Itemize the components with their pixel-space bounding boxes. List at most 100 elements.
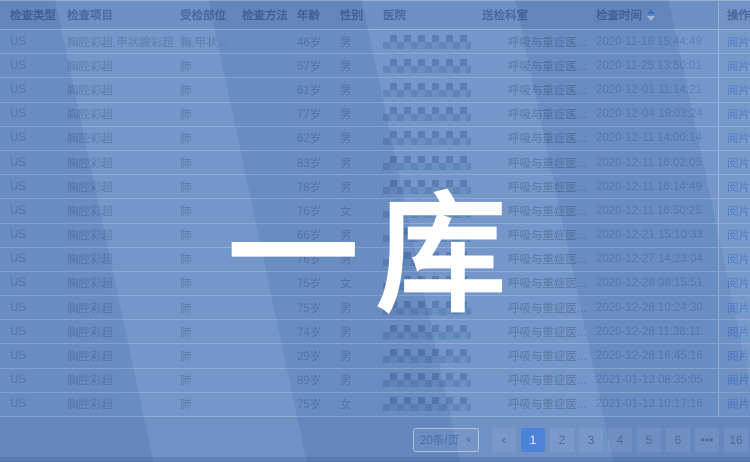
cell-exam-item: 胸腔彩超 (57, 106, 175, 122)
cell-exam-time: 2021-01-13 08:35:05 (592, 374, 718, 386)
redacted-hospital-name (383, 349, 471, 363)
column-header-exam-item: 检查项目 (57, 7, 175, 23)
cell-actions: 阅片 (718, 151, 750, 174)
table-row: US 胸腔彩超 肺 61岁 男 呼吸与重症医... 2020-12-01 11:… (0, 78, 750, 102)
cell-department: 呼吸与重症医... (478, 58, 592, 74)
pagination-page-1[interactable]: 1 (521, 428, 545, 452)
table-row: US 胸腔彩超 肺 62岁 男 呼吸与重症医... 2020-12-11 14:… (0, 127, 750, 151)
redacted-hospital-name (383, 131, 471, 145)
pagination-prev-button[interactable]: ‹ (492, 428, 516, 452)
view-images-link[interactable]: 阅片 (727, 300, 750, 316)
cell-department: 呼吸与重症医... (478, 34, 592, 50)
redacted-hospital-name (383, 228, 471, 242)
cell-exam-type: US (0, 326, 57, 338)
cell-actions: 阅片 (718, 272, 750, 295)
sort-control[interactable] (647, 9, 655, 21)
pagination-page-2[interactable]: 2 (550, 428, 574, 452)
table-row: US 胸腔彩超 肺 29岁 男 呼吸与重症医... 2020-12-28 16:… (0, 344, 750, 368)
view-images-link[interactable]: 阅片 (727, 324, 750, 340)
cell-actions: 阅片 (718, 175, 750, 198)
cell-exam-time: 2020-12-01 11:14:21 (592, 84, 718, 96)
cell-age: 83岁 (287, 155, 330, 171)
redacted-hospital-name (383, 83, 471, 97)
view-images-link[interactable]: 阅片 (727, 130, 750, 146)
cell-exam-type: US (0, 60, 57, 72)
radiology-exam-list-screen: 检查类型 检查项目 受检部位 检查方法 年龄 性别 医院 送检科室 检查时间 操… (0, 0, 750, 462)
table-row: US 胸腔彩超 肺 75岁 男 呼吸与重症医... 2020-12-28 10:… (0, 296, 750, 320)
cell-gender: 男 (330, 251, 373, 267)
view-images-link[interactable]: 阅片 (727, 348, 750, 364)
view-images-link[interactable]: 阅片 (727, 251, 750, 267)
cell-exam-item: 胸腔彩超 (57, 396, 175, 412)
cell-exam-type: US (0, 181, 57, 193)
view-images-link[interactable]: 阅片 (727, 82, 750, 98)
pagination-page-16[interactable]: 16 (724, 428, 748, 452)
sort-ascending-icon[interactable] (647, 9, 655, 14)
page-size-value: 20条/页 (420, 432, 459, 448)
column-header-hospital: 医院 (373, 7, 478, 23)
cell-gender: 男 (330, 106, 373, 122)
table-row: US 胸腔彩超 肺 76岁 男 呼吸与重症医... 2020-12-27 14:… (0, 248, 750, 272)
view-images-link[interactable]: 阅片 (727, 275, 750, 291)
pagination-page-5[interactable]: 5 (637, 428, 661, 452)
view-images-link[interactable]: 阅片 (727, 106, 750, 122)
cell-department: 呼吸与重症医... (478, 179, 592, 195)
cell-exam-item: 胸腔彩超 (57, 227, 175, 243)
redacted-hospital-name (383, 397, 471, 411)
cell-hospital (373, 83, 478, 97)
cell-hospital (373, 35, 478, 49)
view-images-link[interactable]: 阅片 (727, 396, 750, 412)
cell-exam-time: 2020-12-11 16:02:05 (592, 157, 718, 169)
cell-actions: 阅片 (718, 199, 750, 222)
cell-department: 呼吸与重症医... (478, 227, 592, 243)
column-header-body-part: 受检部位 (175, 7, 232, 23)
cell-body-part: 肺 (175, 227, 232, 243)
cell-exam-item: 胸腔彩超 (57, 203, 175, 219)
cell-exam-item: 胸腔彩超 (57, 82, 175, 98)
cell-body-part: 肺 (175, 179, 232, 195)
cell-exam-type: US (0, 229, 57, 241)
cell-hospital (373, 325, 478, 339)
view-images-link[interactable]: 阅片 (727, 58, 750, 74)
cell-hospital (373, 373, 478, 387)
cell-exam-type: US (0, 398, 57, 410)
pagination-page-3[interactable]: 3 (579, 428, 603, 452)
cell-exam-time: 2020-12-11 14:00:14 (592, 132, 718, 144)
cell-age: 75岁 (287, 300, 330, 316)
pagination-pages: 123456•••16 (521, 428, 748, 452)
view-images-link[interactable]: 阅片 (727, 372, 750, 388)
cell-department: 呼吸与重症医... (478, 130, 592, 146)
pagination-page-6[interactable]: 6 (666, 428, 690, 452)
pagination-more-button[interactable]: ••• (695, 428, 719, 452)
cell-actions: 阅片 (718, 344, 750, 367)
view-images-link[interactable]: 阅片 (727, 227, 750, 243)
redacted-hospital-name (383, 325, 471, 339)
sort-descending-icon[interactable] (647, 16, 655, 21)
column-header-gender: 性别 (330, 7, 373, 23)
view-images-link[interactable]: 阅片 (727, 34, 750, 50)
cell-exam-item: 胸腔彩超 (57, 179, 175, 195)
cell-age: 89岁 (287, 372, 330, 388)
cell-exam-item: 胸腔彩超 (57, 348, 175, 364)
cell-body-part: 肺 (175, 130, 232, 146)
pagination-page-4[interactable]: 4 (608, 428, 632, 452)
column-header-actions: 操作 (718, 1, 750, 29)
cell-exam-item: 胸腔彩超 (57, 251, 175, 267)
view-images-link[interactable]: 阅片 (727, 203, 750, 219)
cell-hospital (373, 228, 478, 242)
cell-age: 46岁 (287, 34, 330, 50)
table-row: US 胸腔彩超 肺 77岁 男 呼吸与重症医... 2020-12-04 19:… (0, 103, 750, 127)
view-images-link[interactable]: 阅片 (727, 179, 750, 195)
cell-gender: 男 (330, 130, 373, 146)
cell-gender: 男 (330, 372, 373, 388)
cell-body-part: 肺 (175, 348, 232, 364)
view-images-link[interactable]: 阅片 (727, 155, 750, 171)
cell-exam-time: 2020-12-28 16:45:16 (592, 350, 718, 362)
cell-age: 75岁 (287, 396, 330, 412)
page-size-select[interactable]: 20条/页 ∨ (413, 428, 479, 452)
cell-age: 61岁 (287, 82, 330, 98)
cell-exam-time: 2020-12-27 14:23:04 (592, 253, 718, 265)
column-header-exam-type: 检查类型 (0, 7, 57, 23)
cell-department: 呼吸与重症医... (478, 275, 592, 291)
column-header-exam-time[interactable]: 检查时间 (592, 7, 718, 23)
